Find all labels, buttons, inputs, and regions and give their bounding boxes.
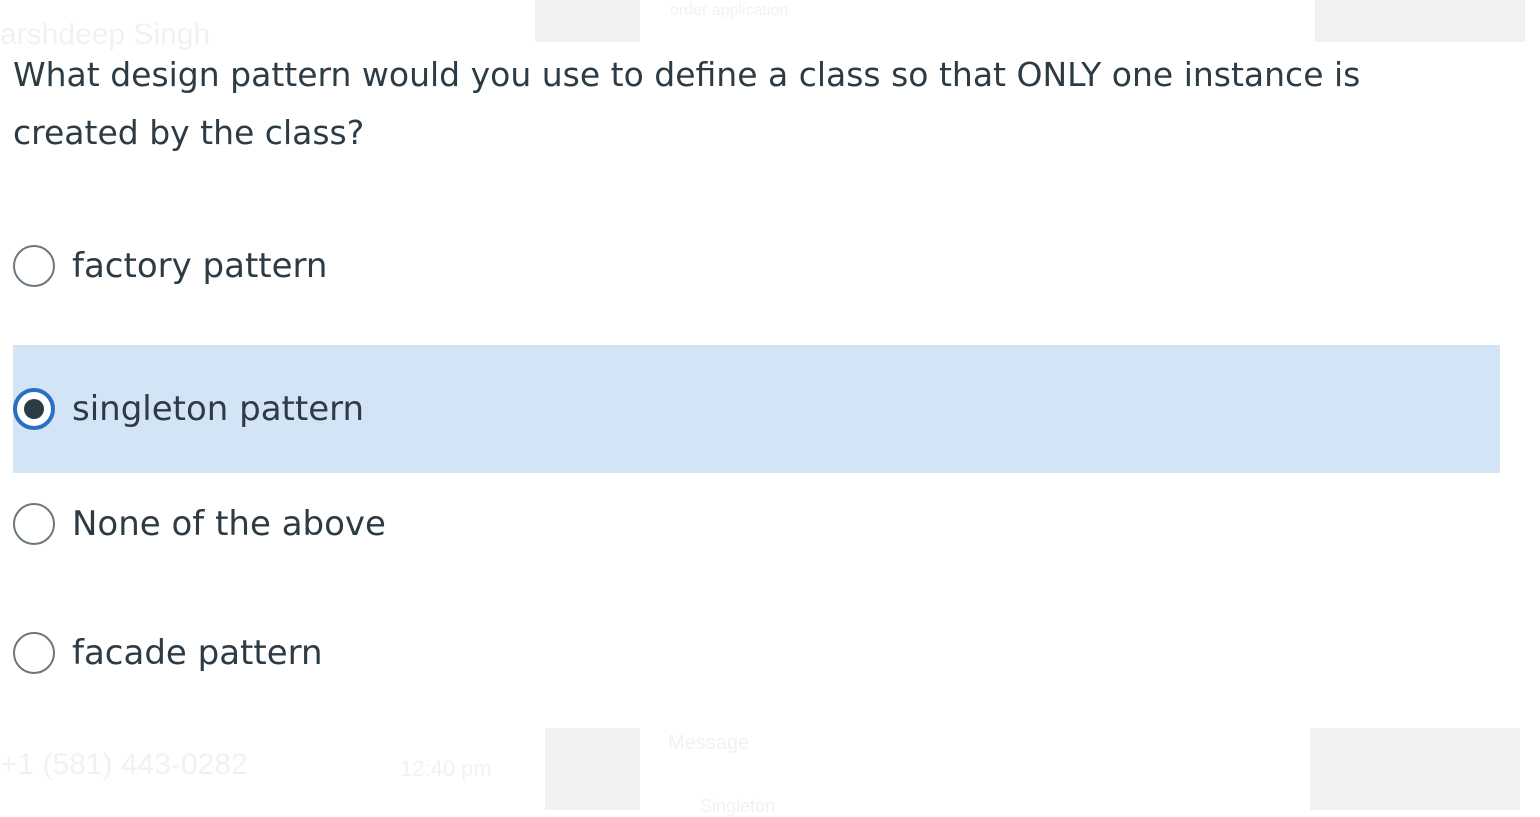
question-line-2: created by the class? [13, 113, 365, 152]
ghost-singleton-label: Singleton [700, 796, 776, 816]
answer-option-singleton[interactable]: singleton pattern [13, 345, 1500, 473]
answer-label: facade pattern [72, 633, 323, 673]
radio-button[interactable] [13, 245, 55, 287]
ghost-timestamp: 12:40 pm [400, 756, 492, 781]
ghost-message-label: Message [668, 732, 750, 754]
answer-label: None of the above [72, 504, 386, 544]
radio-button[interactable] [13, 632, 55, 674]
answer-label: factory pattern [72, 246, 328, 286]
ghost-panel [1315, 0, 1525, 42]
radio-button-checked[interactable] [13, 388, 55, 430]
ghost-panel [1310, 728, 1520, 810]
question-line-1: What design pattern would you use to def… [13, 55, 1361, 94]
answer-option-none[interactable]: None of the above [13, 460, 1500, 588]
answer-option-factory[interactable]: factory pattern [13, 202, 1500, 330]
ghost-panel [535, 0, 640, 42]
radio-selected-dot [24, 399, 44, 419]
ghost-panel [545, 728, 640, 810]
ghost-phone-number: +1 (581) 443-0282 [0, 748, 248, 781]
ghost-message-preview: order application [670, 2, 789, 19]
radio-button[interactable] [13, 503, 55, 545]
answer-option-facade[interactable]: facade pattern [13, 589, 1500, 717]
answer-label: singleton pattern [72, 389, 365, 429]
question-text: What design pattern would you use to def… [13, 46, 1513, 162]
